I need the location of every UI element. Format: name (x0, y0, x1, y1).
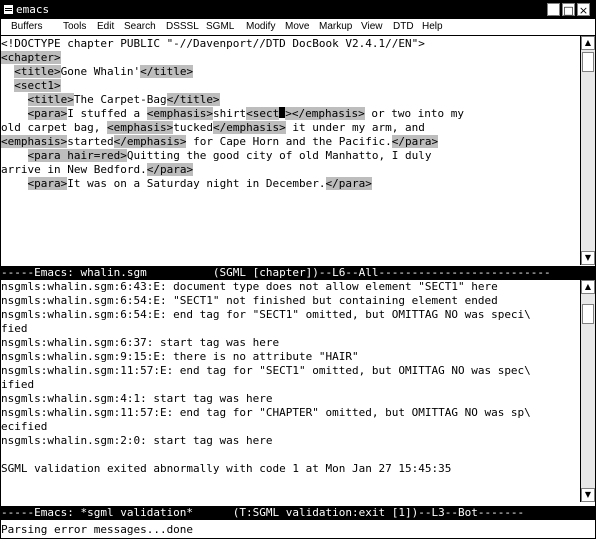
editor-line: <para>I stuffed a <emphasis>shirt<sect ><… (1, 107, 580, 121)
minimize-button[interactable]: _ (547, 3, 560, 17)
editor-line: <!DOCTYPE chapter PUBLIC "-//Davenport//… (1, 37, 580, 51)
text-segment: Quitting the good city of old Manhatto, … (126, 149, 432, 162)
menu-modify[interactable]: Modify (246, 21, 275, 33)
editor-scrollbar[interactable]: ▲ ▼ (580, 36, 595, 265)
menu-edit[interactable]: Edit (97, 21, 114, 33)
sgml-tag: <sect (246, 107, 280, 120)
text-segment: it under my arm, and (285, 121, 425, 134)
editor-line: <para hair=red>Quitting the good city of… (1, 149, 580, 163)
maximize-button[interactable]: □ (562, 3, 575, 17)
menu-markup[interactable]: Markup (319, 21, 352, 33)
text-segment: started (67, 135, 114, 148)
output-line: SGML validation exited abnormally with c… (1, 462, 452, 475)
sgml-tag: </para> (391, 135, 439, 148)
output-line: nsgmls:whalin.sgm:11:57:E: end tag for "… (1, 364, 531, 377)
text-segment: The Carpet-Bag (73, 93, 167, 106)
text-segment (1, 93, 28, 106)
scroll-down-arrow-icon[interactable]: ▼ (581, 251, 595, 265)
window-title: emacs (16, 3, 50, 16)
text-segment: or two into my (364, 107, 465, 120)
validation-mode-line: -----Emacs: *sgml validation* (T:SGML va… (1, 506, 595, 520)
text-segment (1, 79, 14, 92)
scroll-down-arrow-icon[interactable]: ▼ (581, 488, 595, 502)
editor-scroll-thumb[interactable] (582, 52, 594, 72)
output-line: ified (1, 378, 35, 391)
sgml-tag: <emphasis> (106, 121, 174, 134)
menu-view[interactable]: View (361, 21, 383, 33)
output-line: fied (1, 322, 28, 335)
validation-output-buffer[interactable]: nsgmls:whalin.sgm:6:43:E: document type … (1, 280, 580, 502)
menu-tools[interactable]: Tools (63, 21, 86, 33)
title-bar[interactable]: emacs _ □ × (1, 1, 595, 19)
text-segment: Gone Whalin' (60, 65, 141, 78)
editor-line: <para>It was on a Saturday night in Dece… (1, 177, 580, 191)
menu-bar: Buffers Tools Edit Search DSSSL SGML Mod… (1, 19, 595, 36)
scroll-up-arrow-icon[interactable]: ▲ (581, 36, 595, 50)
editor-line: <emphasis>started</emphasis> for Cape Ho… (1, 135, 580, 149)
minibuffer[interactable]: Parsing error messages...done (1, 522, 595, 537)
sgml-tag: <emphasis> (1, 135, 68, 148)
text-segment: for Cape Horn and the Pacific. (186, 135, 392, 148)
text-segment: arrive in New Bedford. (1, 163, 147, 176)
menu-buffers[interactable]: Buffers (11, 21, 43, 33)
text-segment: It was on a Saturday night in December. (67, 177, 326, 190)
text-segment (1, 149, 28, 162)
output-line: nsgmls:whalin.sgm:4:1: start tag was her… (1, 392, 273, 405)
sgml-tag: </title> (166, 93, 220, 106)
editor-line: old carpet bag, <emphasis>tucked</emphas… (1, 121, 580, 135)
sgml-tag: <emphasis> (146, 107, 213, 120)
sgml-tag: <title> (27, 93, 74, 106)
text-segment (1, 177, 28, 190)
output-line: nsgmls:whalin.sgm:9:15:E: there is no at… (1, 350, 359, 363)
sgml-tag: </para> (146, 163, 194, 176)
output-line: ecified (1, 420, 48, 433)
sgml-tag: <title> (14, 65, 61, 78)
sgml-tag: </emphasis> (113, 135, 187, 148)
text-segment: <!DOCTYPE chapter PUBLIC "-//Davenport//… (1, 37, 425, 50)
editor-line: <title>Gone Whalin'</title> (1, 65, 580, 79)
sgml-tag: </para> (325, 177, 372, 190)
text-segment: old carpet bag, (1, 121, 107, 134)
output-scrollbar[interactable]: ▲ ▼ (580, 280, 595, 502)
scroll-up-arrow-icon[interactable]: ▲ (581, 280, 595, 294)
output-line: nsgmls:whalin.sgm:6:54:E: "SECT1" not fi… (1, 294, 498, 307)
sgml-tag: <para> (27, 107, 68, 120)
sgml-tag: <chapter> (1, 51, 61, 64)
menu-search[interactable]: Search (124, 21, 156, 33)
editor-line: arrive in New Bedford.</para> (1, 163, 580, 177)
sgml-tag: > (285, 107, 292, 120)
menu-help[interactable]: Help (422, 21, 443, 33)
sgml-tag: <sect1> (14, 79, 61, 92)
editor-line: <chapter> (1, 51, 580, 65)
emacs-window: emacs _ □ × Buffers Tools Edit Search DS… (0, 0, 596, 539)
menu-move[interactable]: Move (285, 21, 309, 33)
output-line: nsgmls:whalin.sgm:6:43:E: document type … (1, 280, 498, 293)
text-segment: shirt (212, 107, 247, 120)
sgml-tag: <para> (27, 177, 68, 190)
menu-sgml[interactable]: SGML (206, 21, 234, 33)
text-segment (1, 107, 28, 120)
menu-dsssl[interactable]: DSSSL (166, 21, 199, 33)
text-segment: I stuffed a (67, 107, 147, 120)
text-segment (1, 65, 14, 78)
text-segment: tucked (173, 121, 213, 134)
sgml-tag: </title> (140, 65, 194, 78)
output-line: nsgmls:whalin.sgm:6:54:E: end tag for "S… (1, 308, 531, 321)
output-line: nsgmls:whalin.sgm:11:57:E: end tag for "… (1, 406, 531, 419)
editor-mode-line: -----Emacs: whalin.sgm (SGML [chapter])-… (1, 266, 595, 280)
menu-dtd[interactable]: DTD (393, 21, 414, 33)
close-button[interactable]: × (577, 3, 590, 17)
sgml-tag: </emphasis> (212, 121, 286, 134)
editor-line: <sect1> (1, 79, 580, 93)
sgml-editor-buffer[interactable]: <!DOCTYPE chapter PUBLIC "-//Davenport//… (1, 37, 580, 265)
sgml-tag: </emphasis> (291, 107, 365, 120)
output-line: nsgmls:whalin.sgm:6:37: start tag was he… (1, 336, 280, 349)
output-scroll-thumb[interactable] (582, 304, 594, 324)
output-line: nsgmls:whalin.sgm:2:0: start tag was her… (1, 434, 273, 447)
window-menu-icon[interactable] (4, 5, 13, 14)
sgml-tag: <para hair=red> (27, 149, 127, 162)
editor-line: <title>The Carpet-Bag</title> (1, 93, 580, 107)
